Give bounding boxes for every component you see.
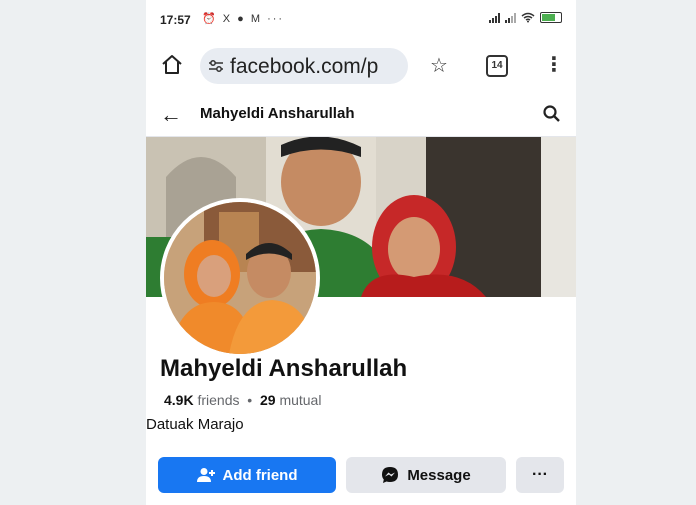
profile-name: Mahyeldi Ansharullah: [160, 355, 408, 382]
profile-bio: Datuak Marajo: [146, 416, 244, 433]
signal-icon-2: [505, 12, 516, 23]
battery-icon: [540, 12, 562, 23]
add-friend-button[interactable]: Add friend: [158, 457, 336, 493]
friends-label[interactable]: friends: [197, 392, 239, 408]
search-icon[interactable]: [542, 104, 562, 124]
bookmark-star-icon[interactable]: ☆: [430, 53, 448, 78]
status-bar: 17:57 ⏰ X ● M ···: [146, 0, 576, 40]
more-menu-icon[interactable]: ⋮: [544, 52, 564, 77]
more-options-button[interactable]: ···: [516, 457, 564, 493]
phone-screen: 17:57 ⏰ X ● M ··· facebook.com/p ☆ 14 ⋮: [146, 0, 576, 505]
add-friend-label: Add friend: [222, 466, 298, 484]
add-person-icon: [196, 468, 215, 482]
message-label: Message: [407, 466, 471, 484]
home-icon[interactable]: [160, 53, 184, 77]
browser-toolbar: facebook.com/p ☆ 14 ⋮: [146, 40, 576, 92]
mutual-count[interactable]: 29: [260, 392, 276, 408]
address-bar[interactable]: facebook.com/p: [200, 48, 408, 84]
profile-picture[interactable]: [160, 198, 320, 358]
status-time: 17:57: [160, 13, 191, 27]
tabs-count-icon[interactable]: 14: [486, 55, 508, 77]
profile-header: ← Mahyeldi Ansharullah: [146, 92, 576, 137]
profile-stats: 4.9K friends • 29 mutual: [164, 392, 321, 408]
signal-icon: [489, 12, 500, 23]
notification-icons: ⏰ X ● M ···: [202, 13, 285, 25]
site-settings-icon[interactable]: [208, 58, 224, 74]
url-text[interactable]: facebook.com/p: [230, 55, 378, 79]
message-button[interactable]: Message: [346, 457, 506, 493]
mutual-label[interactable]: mutual: [279, 392, 321, 408]
friends-count[interactable]: 4.9K: [164, 392, 194, 408]
messenger-icon: [382, 467, 399, 483]
wifi-icon: [521, 12, 535, 23]
system-icons: [489, 12, 562, 23]
back-arrow-icon[interactable]: ←: [160, 102, 182, 128]
stats-separator: •: [247, 392, 253, 408]
header-title: Mahyeldi Ansharullah: [200, 105, 355, 122]
